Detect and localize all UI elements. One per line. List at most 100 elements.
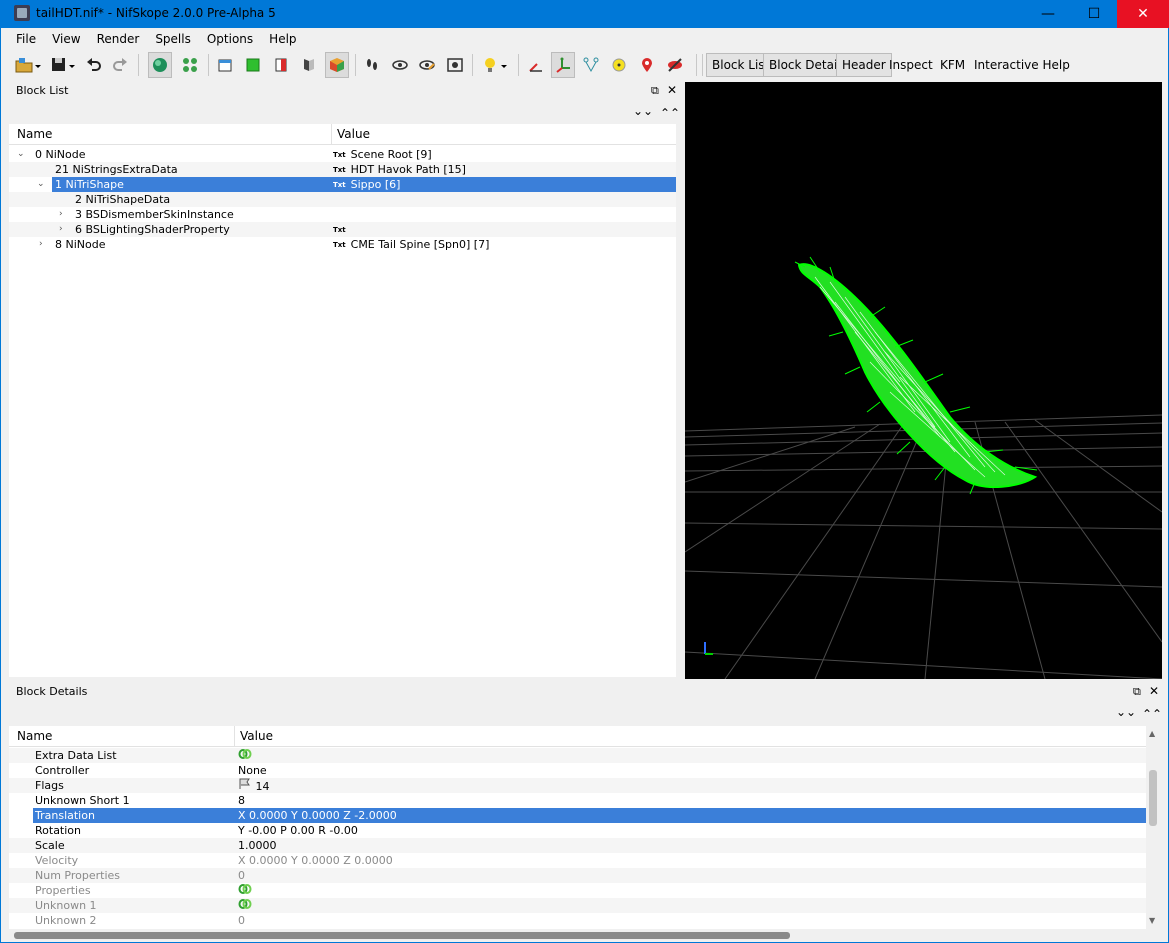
tree-row-name: 6 BSLightingShaderProperty [75,223,230,236]
tree-row-value: CME Tail Spine [Spn0] [7] [350,238,490,251]
tree-row-name: 2 NiTriShapeData [75,193,171,206]
detail-value[interactable]: 1.0000 [238,838,277,853]
horizontal-splitter[interactable] [9,679,1159,684]
vertical-scroll-thumb[interactable] [1149,770,1157,826]
view-front-icon[interactable] [213,52,237,78]
eye-icon[interactable] [388,52,412,78]
float-panel-icon[interactable]: ⧉ [651,84,659,98]
tree-row[interactable]: 2 NiTriShapeData [9,192,676,207]
save-icon[interactable] [48,52,80,78]
toggle-interactive-help[interactable]: Interactive Help [969,53,1075,77]
view-flip-icon[interactable] [297,52,321,78]
menu-options[interactable]: Options [199,29,261,49]
block-list-tree[interactable]: ⌄ 0 NiNode Txt Scene Root [9] 21 NiString… [9,145,676,677]
tree-row[interactable]: › 3 BSDismemberSkinInstance [9,207,676,222]
menu-view[interactable]: View [44,29,88,49]
globe-icon[interactable] [148,52,172,78]
toolbar: Block List Block Details Header Inspect … [10,52,1160,80]
block-list-title: Block List [16,84,69,97]
detail-row[interactable]: Unknown Short 1 8 [9,793,1146,808]
axes-icon[interactable] [524,52,548,78]
menu-help[interactable]: Help [261,29,304,49]
expand-all-icon[interactable]: ⌄⌄ [1116,705,1136,719]
detail-row[interactable]: Properties [9,883,1146,898]
detail-row[interactable]: Num Properties 0 [9,868,1146,883]
vertices-icon[interactable] [178,52,202,78]
close-button[interactable]: ✕ [1117,0,1169,28]
link-icon[interactable] [238,883,252,899]
detail-value[interactable]: 0 [238,913,245,928]
undo-icon[interactable] [82,52,106,78]
detail-row[interactable]: Unknown 2 0 [9,913,1146,928]
window-title: tailHDT.nif* - NifSkope 2.0.0 Pre-Alpha … [36,6,276,20]
vertical-splitter[interactable] [678,82,684,679]
scroll-up-icon[interactable]: ▲ [1149,729,1155,738]
detail-value[interactable]: Y -0.00 P 0.00 R -0.00 [238,823,358,838]
view-perspective-icon[interactable] [325,52,349,78]
detail-row[interactable]: Rotation Y -0.00 P 0.00 R -0.00 [9,823,1146,838]
detail-value[interactable]: 8 [238,793,245,808]
marker-icon[interactable] [635,52,659,78]
view-side-icon[interactable] [241,52,265,78]
hide-icon[interactable] [663,52,687,78]
walk-mode-icon[interactable] [360,52,384,78]
toggle-inspect[interactable]: Inspect [884,53,938,77]
menu-file[interactable]: File [8,29,44,49]
tree-row[interactable]: ⌄ 1 NiTriShape Txt Sippo [6] [9,177,676,192]
tree-row[interactable]: ⌄ 0 NiNode Txt Scene Root [9] [9,147,676,162]
detail-name: Rotation [35,824,82,837]
maximize-button[interactable]: ☐ [1071,0,1117,28]
detail-name: Scale [35,839,65,852]
tree-row[interactable]: › 8 NiNode Txt CME Tail Spine [Spn0] [7] [9,237,676,252]
detail-row[interactable]: Unknown 1 [9,898,1146,913]
close-panel-icon[interactable]: ✕ [1149,684,1159,698]
eye-edit-icon[interactable] [415,52,439,78]
detail-value[interactable]: 14 [256,780,270,793]
detail-name: Properties [35,884,91,897]
screenshot-icon[interactable] [443,52,467,78]
detail-row[interactable]: Translation X 0.0000 Y 0.0000 Z -2.0000 [9,808,1146,823]
column-value-header[interactable]: Value [240,729,273,743]
column-value-header[interactable]: Value [337,127,370,141]
skeleton-icon[interactable] [579,52,603,78]
tree-row-name: 3 BSDismemberSkinInstance [75,208,234,221]
detail-row[interactable]: Controller None [9,763,1146,778]
tree-row-value: Scene Root [9] [350,148,432,161]
tree-row[interactable]: › 6 BSLightingShaderProperty Txt [9,222,676,237]
detail-row[interactable]: Extra Data List [9,748,1146,763]
title-bar[interactable]: tailHDT.nif* - NifSkope 2.0.0 Pre-Alpha … [0,0,1169,28]
detail-row[interactable]: Velocity X 0.0000 Y 0.0000 Z 0.0000 [9,853,1146,868]
collapse-all-icon[interactable]: ⌃⌃ [1142,707,1162,721]
detail-value[interactable]: X 0.0000 Y 0.0000 Z 0.0000 [238,853,393,868]
center-icon[interactable] [607,52,631,78]
link-icon[interactable] [238,898,252,914]
link-icon[interactable] [238,748,252,764]
lighting-icon[interactable] [480,52,512,78]
detail-value[interactable]: X 0.0000 Y 0.0000 Z -2.0000 [238,808,397,823]
open-file-icon[interactable] [12,52,44,78]
tree-row[interactable]: 21 NiStringsExtraData Txt HDT Havok Path … [9,162,676,177]
column-name-header[interactable]: Name [17,729,52,743]
detail-row[interactable]: Scale 1.0000 [9,838,1146,853]
flag-icon[interactable] [238,778,252,793]
expand-all-icon[interactable]: ⌄⌄ [633,104,653,118]
minimize-button[interactable]: — [1025,0,1071,28]
menu-render[interactable]: Render [89,29,148,49]
scroll-down-icon[interactable]: ▼ [1149,916,1155,925]
menu-spells[interactable]: Spells [147,29,199,49]
detail-name: Flags [35,779,64,792]
vertical-scrollbar[interactable] [1147,729,1159,929]
detail-row[interactable]: Flags 14 [9,778,1146,793]
detail-value[interactable]: None [238,763,267,778]
float-panel-icon[interactable]: ⧉ [1133,685,1141,699]
column-name-header[interactable]: Name [17,127,52,141]
nodes-icon[interactable] [551,52,575,78]
block-details-table[interactable]: Extra Data List Controller None Flags 14… [9,747,1146,929]
redo-icon[interactable] [108,52,132,78]
detail-value[interactable]: 0 [238,868,245,883]
view-top-icon[interactable] [269,52,293,78]
horizontal-scroll-thumb[interactable] [14,932,790,939]
render-viewport[interactable] [685,82,1162,679]
close-panel-icon[interactable]: ✕ [667,83,677,97]
toggle-kfm[interactable]: KFM [935,53,970,77]
